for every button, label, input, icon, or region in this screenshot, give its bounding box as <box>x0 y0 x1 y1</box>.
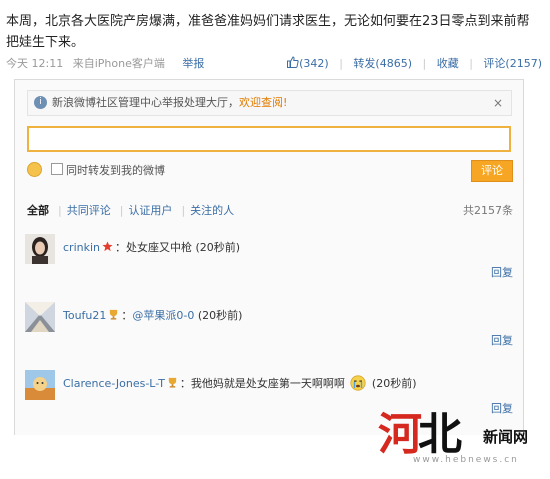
trophy-badge-icon <box>110 309 118 320</box>
repost-checkbox-label[interactable]: 同时转发到我的微博 <box>66 162 165 178</box>
divider: | <box>181 204 186 217</box>
divider: | <box>469 57 473 70</box>
divider: | <box>339 57 343 70</box>
report-link[interactable]: 举报 <box>182 57 204 70</box>
submit-comment-button[interactable]: 评论 <box>471 160 513 182</box>
comment-mention[interactable]: @苹果派0-0 <box>132 309 194 322</box>
comment-username[interactable]: Clarence-Jones-L-T <box>63 377 165 390</box>
watermark-news: 新闻网 <box>483 428 529 446</box>
emoji-icon[interactable] <box>27 162 42 177</box>
avatar[interactable] <box>25 302 55 332</box>
notice-bar: i 新浪微博社区管理中心举报处理大厅，欢迎查阅! × <box>27 90 512 116</box>
avatar[interactable] <box>25 234 55 264</box>
trophy-badge-icon <box>168 377 177 388</box>
reply-link[interactable]: 回复 <box>491 332 513 348</box>
comment-text: ：我他妈就是处女座第一天啊啊啊 <box>179 377 345 390</box>
favorite-link[interactable]: 收藏 <box>437 57 459 70</box>
thumbs-up-icon <box>287 56 299 68</box>
avatar[interactable] <box>25 370 55 400</box>
post-text: 本周，北京各大医院产房爆满，准爸爸准妈妈们请求医生，无论如何要在23日零点到来前… <box>6 14 530 50</box>
comment-input[interactable] <box>29 129 509 149</box>
tab-verified[interactable]: 认证用户 <box>128 204 172 217</box>
crying-emoji-icon <box>350 375 367 391</box>
like-button[interactable]: (342) <box>287 56 332 70</box>
notice-link[interactable]: 欢迎查阅! <box>239 96 287 109</box>
composer-options: 同时转发到我的微博 评论 <box>27 160 513 182</box>
watermark-url: www.hebnews.cn <box>413 455 519 465</box>
notice-text: 新浪微博社区管理中心举报处理大厅， <box>52 96 239 109</box>
reply-link[interactable]: 回复 <box>491 264 513 280</box>
repost-checkbox[interactable] <box>51 163 63 175</box>
comment-input-box[interactable] <box>27 126 511 152</box>
comment-time: (20秒前) <box>371 377 417 390</box>
comment-time: (20秒前) <box>197 309 243 322</box>
divider: | <box>119 204 124 217</box>
info-icon: i <box>34 96 47 109</box>
star-badge-icon <box>102 241 113 252</box>
repost-link[interactable]: 转发(4865) <box>353 57 412 70</box>
comment-link[interactable]: 评论(2157) <box>483 57 542 70</box>
comment-time: (20秒前) <box>195 241 241 254</box>
post-time[interactable]: 今天 12:11 <box>6 57 63 70</box>
comment-filter-tabs: 全部 | 共同评论 | 认证用户 | 关注的人 共2157条 <box>27 202 513 220</box>
comment-item: Toufu21 ：@苹果派0-0 (20秒前) 回复 <box>25 302 513 350</box>
comment-item: crinkin ：处女座又中枪 (20秒前) 回复 <box>25 234 513 282</box>
comment-username[interactable]: Toufu21 <box>63 309 106 322</box>
comment-panel: i 新浪微博社区管理中心举报处理大厅，欢迎查阅! × 同时转发到我的微博 评论 … <box>14 79 524 435</box>
site-watermark: 河北 新闻网 www.hebnews.cn <box>368 398 548 470</box>
comment-total: 共2157条 <box>463 204 513 217</box>
divider: | <box>422 57 427 70</box>
divider: | <box>58 204 62 217</box>
post-source[interactable]: 来自iPhone客户端 <box>73 57 165 70</box>
tab-following[interactable]: 关注的人 <box>190 204 234 217</box>
post-meta: 今天 12:11 来自iPhone客户端 举报 (342) | 转发(4865)… <box>6 55 542 71</box>
comment-text: ：处女座又中枪 <box>115 241 192 254</box>
like-count: (342) <box>299 57 329 70</box>
comment-username[interactable]: crinkin <box>63 241 100 254</box>
close-icon[interactable]: × <box>493 91 503 115</box>
tab-all[interactable]: 全部 <box>27 204 49 217</box>
tab-same[interactable]: 共同评论 <box>67 204 111 217</box>
watermark-logo: 河北 <box>378 409 462 460</box>
